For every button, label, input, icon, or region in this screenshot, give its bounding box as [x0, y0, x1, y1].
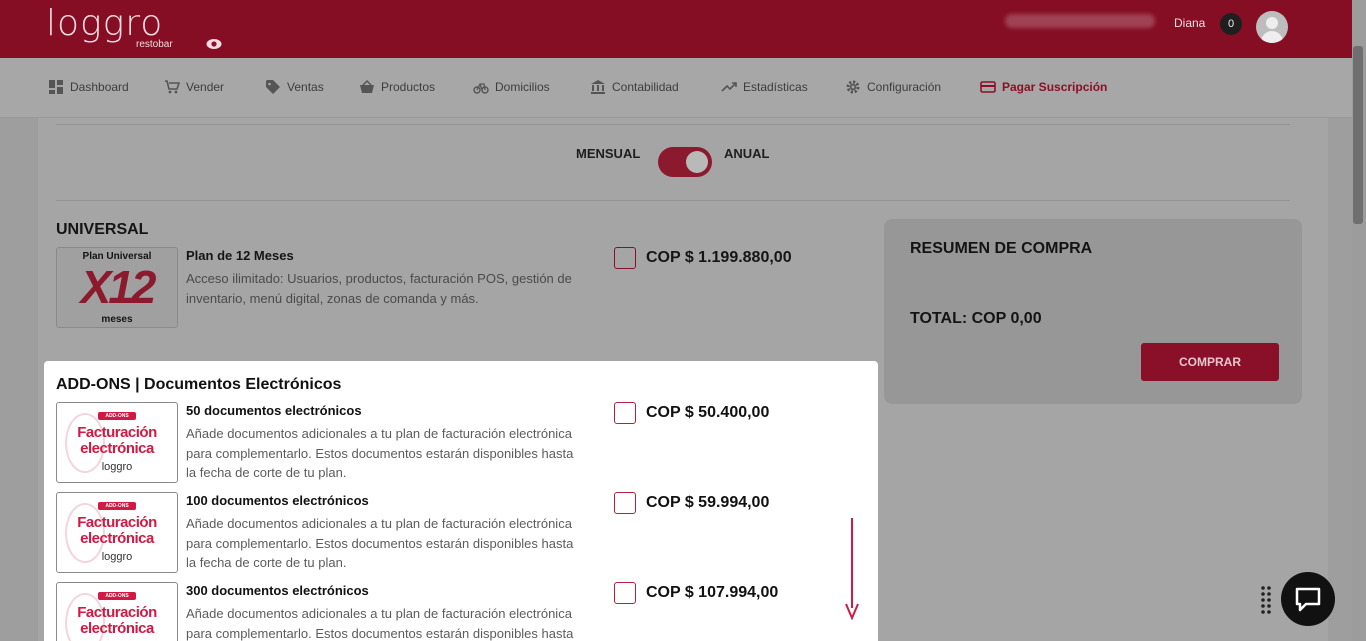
avatar[interactable] [1256, 11, 1288, 43]
main-nav: Dashboard Vender Ventas Productos Domici… [0, 58, 1352, 118]
gear-icon [846, 80, 860, 94]
nav-label: Vender [186, 80, 225, 94]
nav-item-dashboard[interactable]: Dashboard [48, 58, 129, 116]
nav-item-vender[interactable]: Vender [164, 58, 224, 116]
addon-title: 100 documentos electrónicos [186, 493, 369, 508]
top-header: loggro restobar Diana 0 [0, 0, 1352, 58]
avatar-body [1261, 31, 1283, 43]
summary-total: TOTAL: COP 0,00 [910, 310, 1042, 327]
scrollbar-thumb[interactable] [1353, 46, 1363, 224]
plan-thumb-bottom: meses [101, 314, 133, 325]
logo[interactable]: loggro restobar [46, 3, 186, 52]
nav-item-productos[interactable]: Productos [359, 58, 435, 116]
addon-tag: ADD-ONS [98, 502, 136, 510]
plan-title: Plan de 12 Meses [186, 248, 294, 263]
universal-plan-price: COP $ 1.199.880,00 [646, 249, 792, 266]
logo-text: loggro [46, 3, 164, 44]
buy-button[interactable]: COMPRAR [1141, 343, 1279, 381]
addon-image: ADD-ONS Facturación electrónica loggro [56, 582, 178, 641]
addons-card: ADD-ONS | Documentos Electrónicos ADD-ON… [44, 361, 878, 641]
card-icon [980, 81, 996, 93]
nav-item-configuracion[interactable]: Configuración [845, 58, 941, 116]
addon-thumb-line2: electrónica [80, 440, 154, 457]
addon-thumb-line2: electrónica [80, 620, 154, 637]
avatar-head [1266, 17, 1278, 29]
addon-tag: ADD-ONS [98, 412, 136, 420]
nav-label: Ventas [287, 80, 324, 94]
universal-section-title: UNIVERSAL [56, 221, 149, 238]
addon-thumb-brand: loggro [101, 461, 133, 473]
nav-label: Productos [381, 80, 436, 94]
drag-handle-icon[interactable] [1260, 585, 1272, 615]
plan-thumb-big: X12 [80, 261, 157, 313]
plan-description: Acceso ilimitado: Usuarios, productos, f… [186, 271, 572, 306]
divider [56, 200, 1290, 201]
basket-icon [360, 79, 374, 93]
notification-badge[interactable]: 0 [1220, 13, 1242, 35]
nav-label: Dashboard [70, 80, 129, 94]
addon-price: COP $ 59.994,00 [646, 494, 770, 511]
dashboard-icon [49, 80, 63, 94]
nav-item-ventas[interactable]: Ventas [265, 58, 324, 116]
addon-title: 50 documentos electrónicos [186, 403, 362, 418]
nav-label: Domicilios [495, 80, 550, 94]
addon-description: Añade documentos adicionales a tu plan d… [186, 516, 574, 570]
eye-icon[interactable] [206, 38, 222, 50]
universal-plan-image: Plan Universal X12 meses [56, 247, 178, 328]
billing-monthly-label: MENSUAL [576, 146, 641, 161]
billing-annual-label: ANUAL [724, 146, 770, 161]
purchase-summary: RESUMEN DE COMPRA TOTAL: COP 0,00 COMPRA… [884, 219, 1302, 404]
addon-image: ADD-ONS Facturación electrónica loggro [56, 492, 178, 573]
trend-icon [721, 82, 737, 92]
addon-description: Añade documentos adicionales a tu plan d… [186, 426, 574, 480]
nav-label: Pagar Suscripción [1002, 80, 1108, 94]
blurred-business-name [1005, 14, 1155, 28]
nav-item-pagar-suscripcion[interactable]: Pagar Suscripción [980, 58, 1107, 116]
addon-thumb-line1: Facturación [77, 514, 157, 531]
nav-label: Estadísticas [743, 80, 808, 94]
toggle-knob [686, 151, 708, 173]
addon-checkbox[interactable] [614, 492, 636, 514]
overlay-dim [0, 0, 1352, 58]
nav-label: Configuración [867, 80, 942, 94]
addon-thumb-line1: Facturación [77, 424, 157, 441]
addon-thumb-line1: Facturación [77, 604, 157, 621]
scroll-down-arrow-icon [845, 518, 859, 620]
chat-button[interactable] [1281, 572, 1335, 626]
user-name[interactable]: Diana [1174, 16, 1205, 30]
addon-price: COP $ 107.994,00 [646, 584, 779, 601]
nav-label: Contabilidad [612, 80, 679, 94]
nav-item-contabilidad[interactable]: Contabilidad [590, 58, 679, 116]
addon-checkbox[interactable] [614, 402, 636, 424]
addons-section-title: ADD-ONS | Documentos Electrónicos [56, 376, 342, 393]
addon-thumb-brand: loggro [101, 551, 133, 563]
divider [56, 124, 1290, 125]
addon-title: 300 documentos electrónicos [186, 583, 369, 598]
summary-title: RESUMEN DE COMPRA [910, 240, 1093, 257]
addon-image: ADD-ONS Facturación electrónica loggro [56, 402, 178, 483]
addon-price: COP $ 50.400,00 [646, 404, 770, 421]
cart-icon [165, 80, 180, 94]
addon-thumb-line2: electrónica [80, 530, 154, 547]
nav-item-domicilios[interactable]: Domicilios [473, 58, 550, 116]
universal-plan-checkbox[interactable] [614, 247, 636, 269]
addon-tag: ADD-ONS [98, 592, 136, 600]
nav-item-estadisticas[interactable]: Estadísticas [721, 58, 808, 116]
addon-description: Añade documentos adicionales a tu plan d… [186, 606, 574, 641]
logo-subtext: restobar [136, 39, 173, 50]
billing-period-toggle[interactable] [658, 147, 712, 177]
bank-icon [591, 80, 605, 94]
addon-checkbox[interactable] [614, 582, 636, 604]
chat-bubble-icon [1295, 587, 1321, 612]
bike-icon [473, 83, 489, 94]
tag-icon [266, 80, 280, 94]
